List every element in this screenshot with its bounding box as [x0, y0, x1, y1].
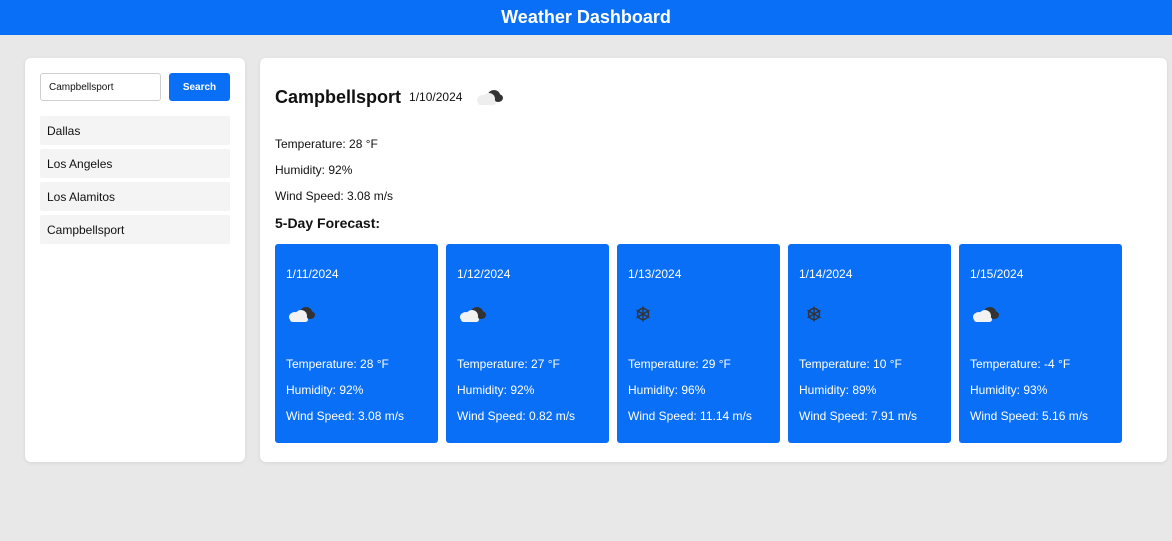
search-button[interactable]: Search [169, 73, 230, 101]
forecast-humidity: Humidity: 93% [970, 383, 1048, 397]
forecast-humidity: Humidity: 89% [799, 383, 877, 397]
forecast-wind: Wind Speed: 5.16 m/s [970, 409, 1089, 423]
forecast-row: 1/11/2024 Temperature: 28 °F Humidity: 9… [275, 244, 1152, 443]
forecast-temperature: Temperature: -4 °F [970, 357, 1071, 371]
cloudy-icon [289, 307, 315, 322]
forecast-card: 1/14/2024 Temperature: 10 °F Humidity: 8… [788, 244, 951, 443]
forecast-date: 1/11/2024 [286, 267, 339, 281]
forecast-temperature: Temperature: 29 °F [628, 357, 731, 371]
app-header: Weather Dashboard [0, 0, 1172, 35]
forecast-card: 1/15/2024 Temperature: -4 °F Humidity: 9… [959, 244, 1122, 443]
current-weather-header: Campbellsport 1/10/2024 [275, 80, 1152, 114]
forecast-date: 1/14/2024 [799, 267, 853, 281]
forecast-stats: Temperature: 29 °F Humidity: 96% Wind Sp… [628, 351, 769, 429]
main-panel: Campbellsport 1/10/2024 Temperature: 28 … [260, 58, 1167, 462]
forecast-card: 1/11/2024 Temperature: 28 °F Humidity: 9… [275, 244, 438, 443]
forecast-stats: Temperature: -4 °F Humidity: 93% Wind Sp… [970, 351, 1111, 429]
forecast-temperature: Temperature: 28 °F [286, 357, 389, 371]
history-item-los-alamitos[interactable]: Los Alamitos [40, 182, 230, 211]
search-history: Dallas Los Angeles Los Alamitos Campbell… [40, 116, 230, 244]
forecast-temperature: Temperature: 10 °F [799, 357, 902, 371]
forecast-humidity: Humidity: 96% [628, 383, 706, 397]
forecast-date: 1/12/2024 [457, 267, 511, 281]
current-city: Campbellsport [275, 86, 402, 107]
forecast-card: 1/12/2024 Temperature: 27 °F Humidity: 9… [446, 244, 609, 443]
forecast-wind: Wind Speed: 0.82 m/s [457, 409, 576, 423]
forecast-wind: Wind Speed: 11.14 m/s [628, 409, 752, 423]
current-stats: Temperature: 28 °F Humidity: 92% Wind Sp… [275, 131, 1152, 209]
sidebar: Search Dallas Los Angeles Los Alamitos C… [25, 58, 245, 462]
history-item-los-angeles[interactable]: Los Angeles [40, 149, 230, 178]
page-title: Weather Dashboard [501, 7, 671, 27]
snow-icon [636, 306, 650, 322]
forecast-humidity: Humidity: 92% [286, 383, 364, 397]
forecast-wind: Wind Speed: 7.91 m/s [799, 409, 918, 423]
history-item-campbellsport[interactable]: Campbellsport [40, 215, 230, 244]
search-row: Search [40, 73, 230, 101]
current-wind: Wind Speed: 3.08 m/s [275, 189, 394, 203]
cloudy-icon [973, 307, 999, 322]
current-date: 1/10/2024 [409, 90, 463, 104]
cloudy-icon [477, 90, 504, 105]
forecast-title: 5-Day Forecast: [275, 215, 381, 231]
forecast-stats: Temperature: 10 °F Humidity: 89% Wind Sp… [799, 351, 940, 429]
current-humidity: Humidity: 92% [275, 163, 353, 177]
forecast-stats: Temperature: 28 °F Humidity: 92% Wind Sp… [286, 351, 427, 429]
forecast-wind: Wind Speed: 3.08 m/s [286, 409, 405, 423]
forecast-temperature: Temperature: 27 °F [457, 357, 560, 371]
forecast-humidity: Humidity: 92% [457, 383, 535, 397]
forecast-date: 1/13/2024 [628, 267, 682, 281]
current-temperature: Temperature: 28 °F [275, 137, 378, 151]
forecast-stats: Temperature: 27 °F Humidity: 92% Wind Sp… [457, 351, 598, 429]
search-input[interactable] [40, 73, 161, 101]
snow-icon [807, 306, 821, 322]
forecast-card: 1/13/2024 Temperature: 29 °F Humidity: 9… [617, 244, 780, 443]
cloudy-icon [460, 307, 486, 322]
forecast-date: 1/15/2024 [970, 267, 1024, 281]
history-item-dallas[interactable]: Dallas [40, 116, 230, 145]
